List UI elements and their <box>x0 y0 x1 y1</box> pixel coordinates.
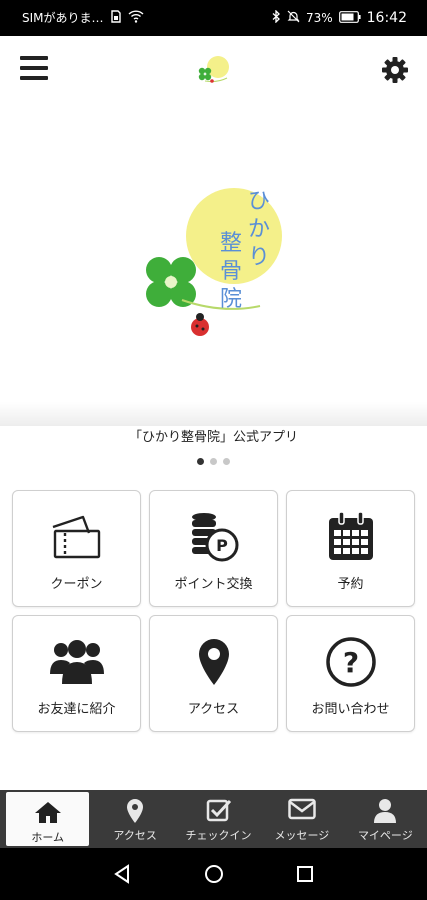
settings-gear-icon[interactable] <box>381 56 409 84</box>
reservation-tile[interactable]: 予約 <box>286 490 415 607</box>
clinic-logo: ひかり整骨院 <box>146 188 282 336</box>
menu-icon[interactable] <box>20 56 48 82</box>
back-icon[interactable] <box>113 864 131 884</box>
coupon-label: クーポン <box>50 577 103 592</box>
access-tile[interactable]: アクセス <box>149 615 278 732</box>
carousel-dot-3[interactable] <box>223 458 230 465</box>
access-label: アクセス <box>187 702 240 717</box>
battery-icon <box>338 10 361 26</box>
bluetooth-icon <box>272 9 281 26</box>
question-icon: ? <box>287 634 414 690</box>
wifi-icon <box>128 10 144 26</box>
status-bar: SIMがありま… 73% 16:42 <box>0 0 427 36</box>
header-logo <box>194 54 234 86</box>
home-icon <box>6 800 89 826</box>
svg-text:?: ? <box>342 646 358 679</box>
refer-friend-tile[interactable]: お友達に紹介 <box>12 615 141 732</box>
user-icon <box>344 798 427 824</box>
nav-access[interactable]: アクセス <box>93 790 176 848</box>
point-exchange-label: ポイント交換 <box>174 577 253 592</box>
carousel-dot-1[interactable] <box>197 458 204 465</box>
clock: 16:42 <box>366 10 407 26</box>
nav-mypage[interactable]: マイページ <box>344 790 427 848</box>
coupon-tile[interactable]: クーポン <box>12 490 141 607</box>
carrier-text: SIMがありま… <box>22 11 104 25</box>
reservation-label: 予約 <box>337 577 364 592</box>
nav-checkin[interactable]: チェックイン <box>177 790 260 848</box>
nav-home[interactable]: ホーム <box>6 792 90 846</box>
recents-icon[interactable] <box>296 865 314 883</box>
contact-label: お問い合わせ <box>311 702 390 717</box>
coins-point-icon: P <box>150 509 277 565</box>
map-pin-icon <box>93 798 176 824</box>
app-caption: 「ひかり整骨院」公式アプリ <box>128 430 298 445</box>
home-circle-icon[interactable] <box>204 864 224 884</box>
group-users-icon <box>13 634 140 690</box>
point-exchange-tile[interactable]: P ポイント交換 <box>149 490 278 607</box>
checkin-icon <box>177 798 260 824</box>
battery-percent: 73% <box>305 11 333 25</box>
carousel-dot-2[interactable] <box>210 458 217 465</box>
calendar-icon <box>287 509 414 565</box>
carousel-dots <box>0 458 427 465</box>
ticket-icon <box>13 509 140 565</box>
map-pin-icon <box>150 634 277 690</box>
hero-banner: ひかり整骨院 <box>0 106 427 422</box>
nav-message[interactable]: メッセージ <box>260 790 343 848</box>
app-header <box>0 36 427 106</box>
nav-home-label: ホーム <box>31 831 65 844</box>
contact-tile[interactable]: ? お問い合わせ <box>286 615 415 732</box>
hero-divider <box>0 402 427 426</box>
nav-message-label: メッセージ <box>274 829 330 842</box>
menu-grid: クーポン P ポイント交換 予約 お友達に紹介 アクセス ? お問い合わせ <box>12 490 415 732</box>
nav-checkin-label: チェックイン <box>185 829 252 842</box>
nav-access-label: アクセス <box>113 829 157 842</box>
svg-text:P: P <box>216 536 228 555</box>
refer-friend-label: お友達に紹介 <box>37 702 116 717</box>
mute-bell-icon <box>287 10 300 26</box>
envelope-icon <box>260 798 343 824</box>
system-nav-bar <box>0 848 427 900</box>
bottom-nav: ホーム アクセス チェックイン メッセージ マイページ <box>0 790 427 848</box>
nav-mypage-label: マイページ <box>357 829 413 842</box>
sim-icon <box>110 10 121 26</box>
